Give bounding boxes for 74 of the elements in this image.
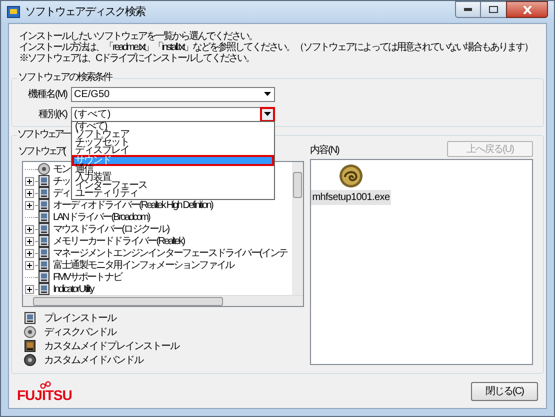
group-label: ソフトウェア一 bbox=[17, 129, 70, 141]
logo-loops bbox=[39, 380, 53, 388]
disc-icon bbox=[24, 326, 36, 338]
dropdown-option[interactable]: インターフェース bbox=[72, 182, 274, 190]
expand-icon[interactable] bbox=[25, 236, 34, 246]
instruction-text: ※ソフトウェアは、Cドライブにインストールしてください。 bbox=[19, 53, 256, 64]
computer-icon bbox=[38, 199, 50, 211]
legend-label: ディスクバンドル bbox=[44, 326, 116, 340]
app-icon bbox=[7, 6, 20, 18]
disc-icon bbox=[38, 163, 50, 175]
file-name[interactable]: mhfsetup1001.exe bbox=[311, 190, 391, 205]
close-icon bbox=[522, 6, 532, 14]
dropdown-toggle[interactable] bbox=[260, 106, 275, 122]
legend-label: プレインストール bbox=[44, 312, 116, 326]
fujitsu-logo: FUJITSU bbox=[17, 380, 72, 402]
file-icon bbox=[339, 164, 363, 188]
maximize-button[interactable] bbox=[481, 1, 506, 18]
tree-item[interactable]: 富士通製モニタ用インフォメーションファイル bbox=[53, 258, 234, 272]
tree-item[interactable]: モン bbox=[53, 162, 70, 176]
tree-item[interactable]: マネージメントエンジンインターフェースドライバー(インテ bbox=[53, 246, 288, 260]
model-dropdown[interactable]: CE/G50 bbox=[71, 86, 275, 102]
expand-icon[interactable] bbox=[25, 224, 34, 234]
dropdown-option[interactable]: ディスプレイ bbox=[72, 146, 274, 154]
expand-icon[interactable] bbox=[25, 284, 34, 294]
dropdown-option[interactable]: (すべて) bbox=[72, 122, 274, 130]
tree-item[interactable]: IndicatorUtility bbox=[53, 282, 94, 295]
group-label: ソフトウェアの検索条件 bbox=[17, 72, 112, 84]
computer-icon bbox=[38, 235, 50, 247]
minimize-button[interactable] bbox=[455, 1, 481, 18]
tree-item[interactable]: チッ bbox=[53, 174, 70, 188]
caret-icon bbox=[264, 92, 271, 96]
dropdown-option[interactable]: チップセット bbox=[72, 138, 274, 146]
vertical-scrollbar[interactable] bbox=[292, 162, 303, 295]
category-label: 種別(K) bbox=[38, 108, 67, 122]
disc-icon bbox=[24, 354, 36, 366]
category-dropdown[interactable]: (すべて) bbox=[71, 106, 275, 122]
minimize-icon bbox=[464, 8, 472, 11]
window-title: ソフトウェアディスク検索 bbox=[25, 4, 146, 20]
tree-item[interactable]: FMVサポートナビ bbox=[53, 270, 122, 284]
horizontal-scrollbar[interactable] bbox=[23, 295, 303, 306]
computer-icon bbox=[24, 312, 36, 324]
computer-icon bbox=[38, 247, 50, 259]
contents-label: 内容(N) bbox=[310, 145, 339, 157]
model-label: 機種名(M) bbox=[27, 88, 67, 102]
expand-icon[interactable] bbox=[25, 248, 34, 258]
tree-item[interactable]: オーディオドライバー(Realtek High Definition) bbox=[53, 198, 212, 212]
computer-icon bbox=[38, 271, 50, 283]
expand-icon[interactable] bbox=[25, 260, 34, 270]
maximize-icon bbox=[489, 6, 498, 13]
tree-item[interactable]: メモリーカードドライバー(Realtek) bbox=[53, 234, 184, 248]
expand-icon[interactable] bbox=[25, 176, 34, 186]
close-dialog-button[interactable]: 閉じる(C) bbox=[471, 382, 538, 400]
instruction-text: インストール方法は、「readme.txt」「install.txt」などを参照してください。（ソフトウェアによっては用意されていない場合もあります） bbox=[19, 42, 534, 53]
expand-icon[interactable] bbox=[25, 200, 34, 210]
computer-icon bbox=[38, 211, 50, 223]
computer-icon bbox=[38, 259, 50, 271]
tree-item[interactable]: ディ bbox=[53, 186, 70, 200]
computer-icon bbox=[38, 175, 50, 187]
tree-label: ソフトウェア( bbox=[18, 146, 64, 158]
dropdown-option[interactable]: ソフトウェア bbox=[72, 130, 274, 138]
close-button[interactable] bbox=[506, 1, 548, 18]
computer-icon bbox=[38, 187, 50, 199]
computer-icon bbox=[38, 223, 50, 235]
dropdown-option[interactable]: ユーティリティ bbox=[72, 190, 274, 198]
computer-icon bbox=[24, 340, 36, 352]
expand-icon[interactable] bbox=[25, 188, 34, 198]
tree-item[interactable]: マウスドライバー(ロジクール) bbox=[53, 222, 169, 236]
caret-icon bbox=[264, 112, 271, 116]
dropdown-option[interactable]: 入力装置 bbox=[72, 174, 274, 182]
legend-label: カスタムメイドバンドル bbox=[44, 354, 143, 368]
computer-icon bbox=[38, 283, 50, 295]
instruction-text: インストールしたいソフトウェアを一覧から選んでください。 bbox=[19, 31, 258, 42]
tree-item[interactable]: LANドライバー(Broadcom) bbox=[53, 210, 150, 224]
legend-label: カスタムメイドプレインストール bbox=[44, 340, 179, 354]
